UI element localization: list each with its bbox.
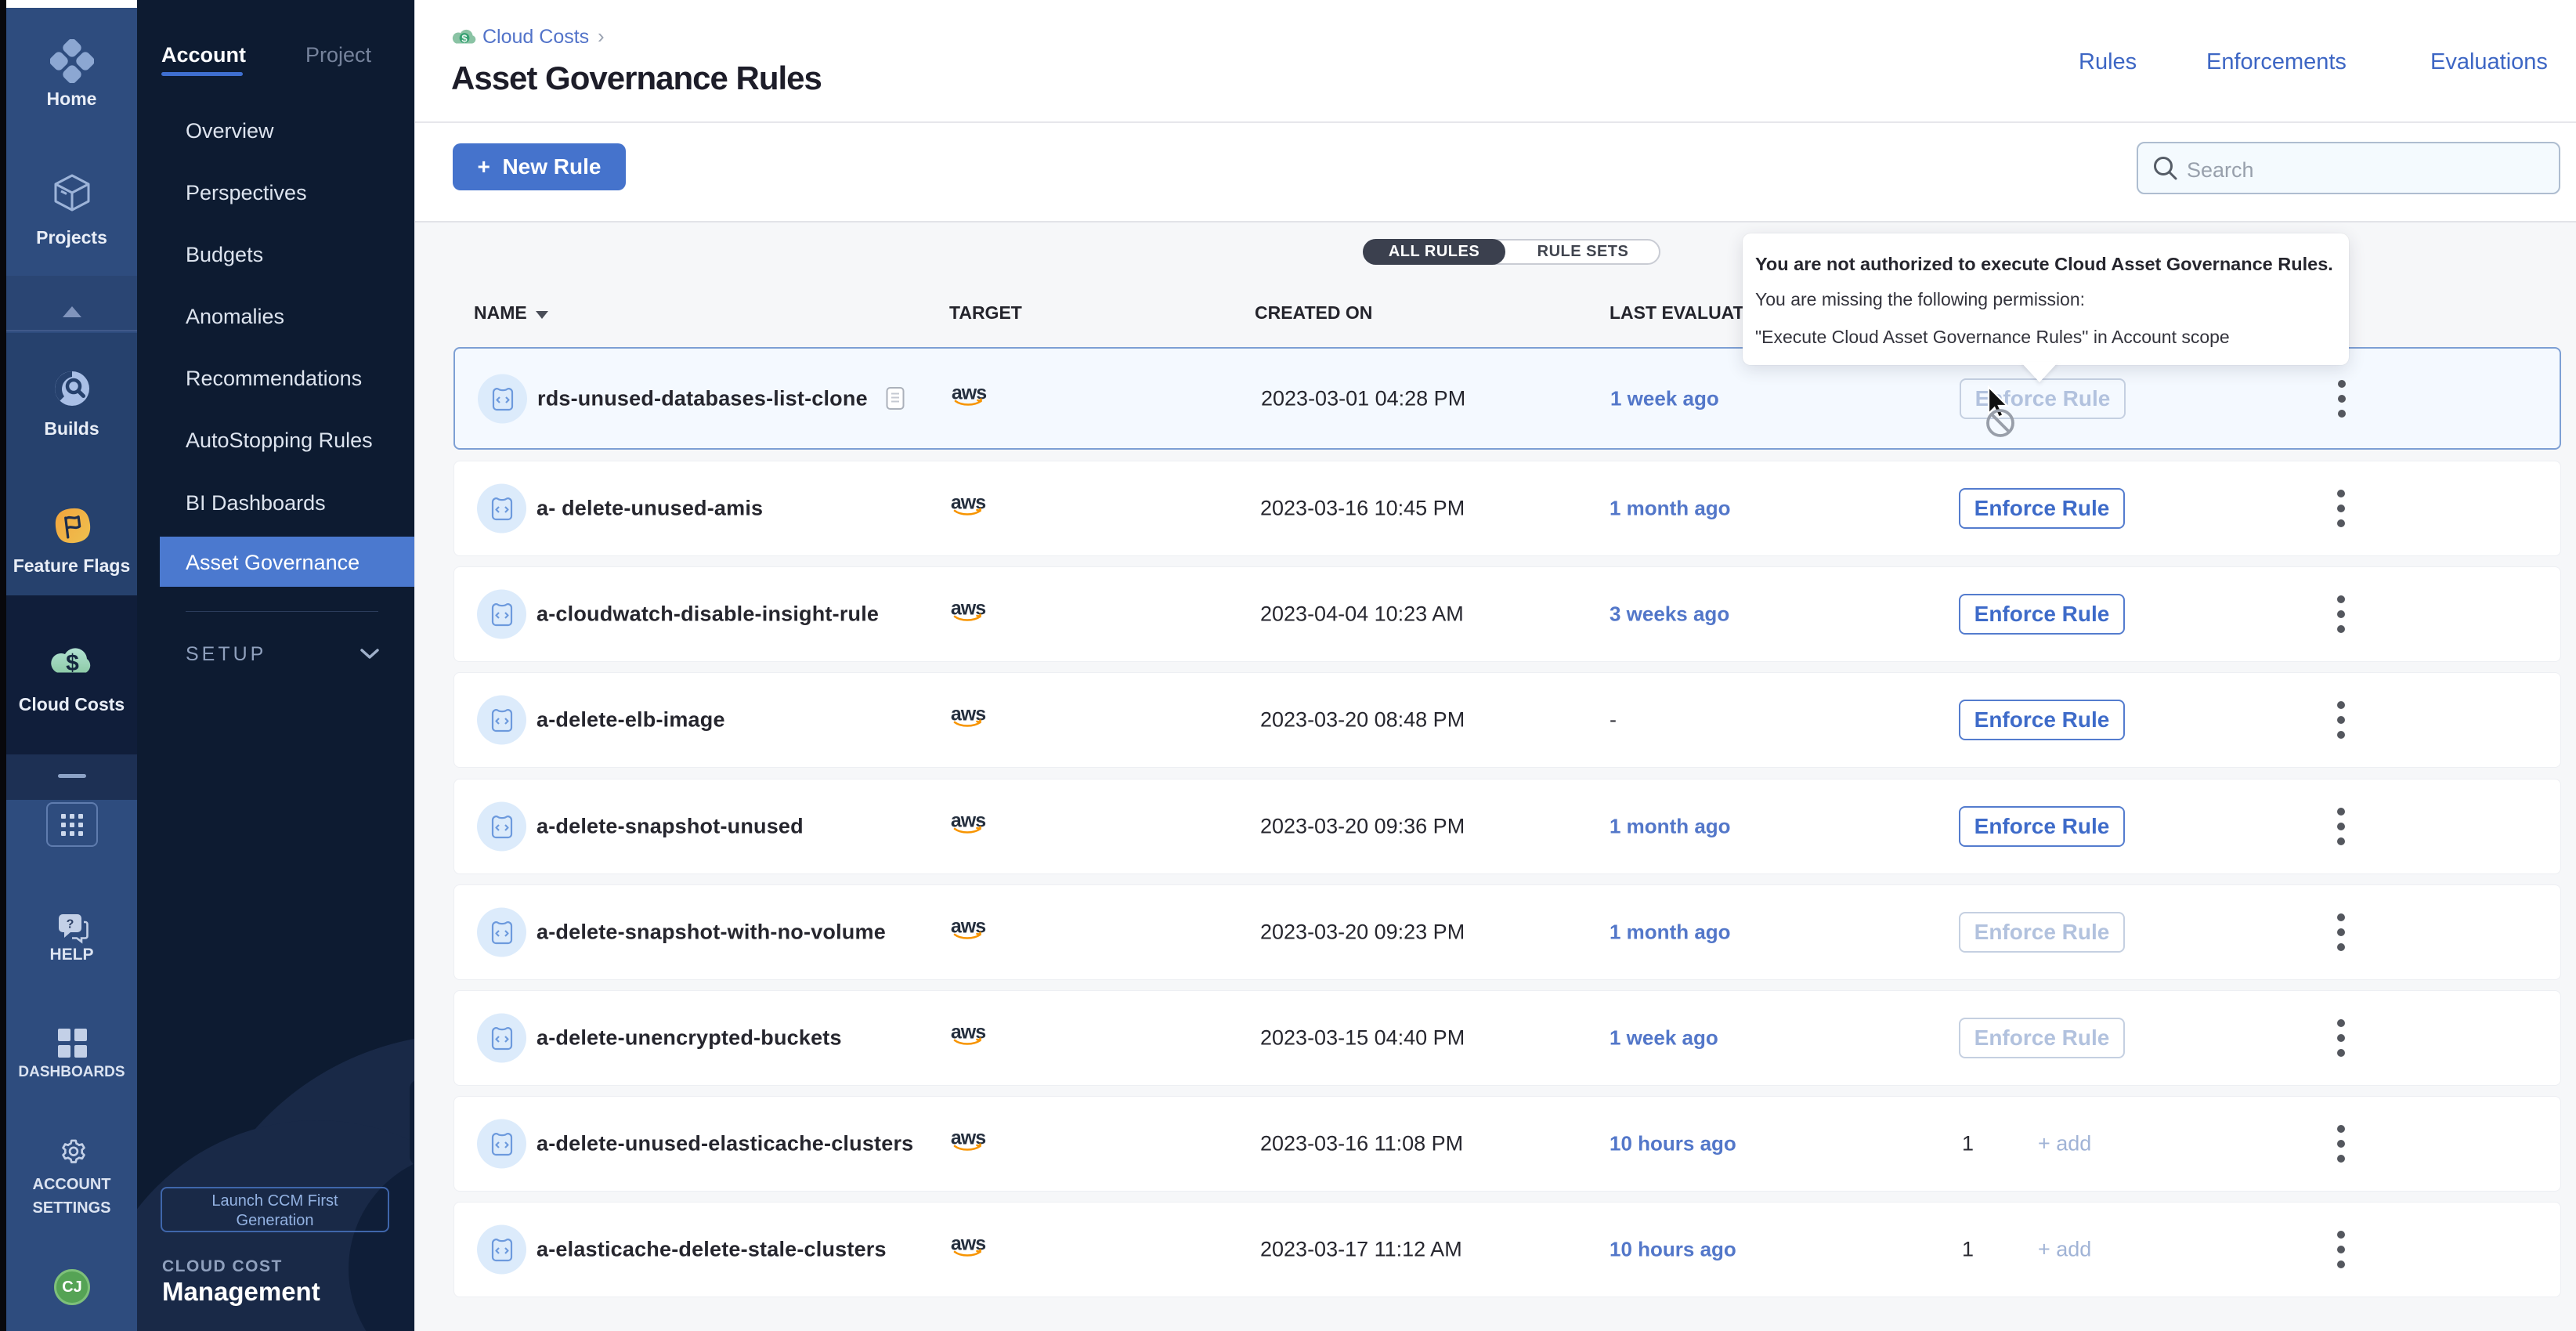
svg-text:$: $ [461,32,468,44]
svg-text:?: ? [67,918,74,931]
svg-text:$: $ [66,650,79,676]
